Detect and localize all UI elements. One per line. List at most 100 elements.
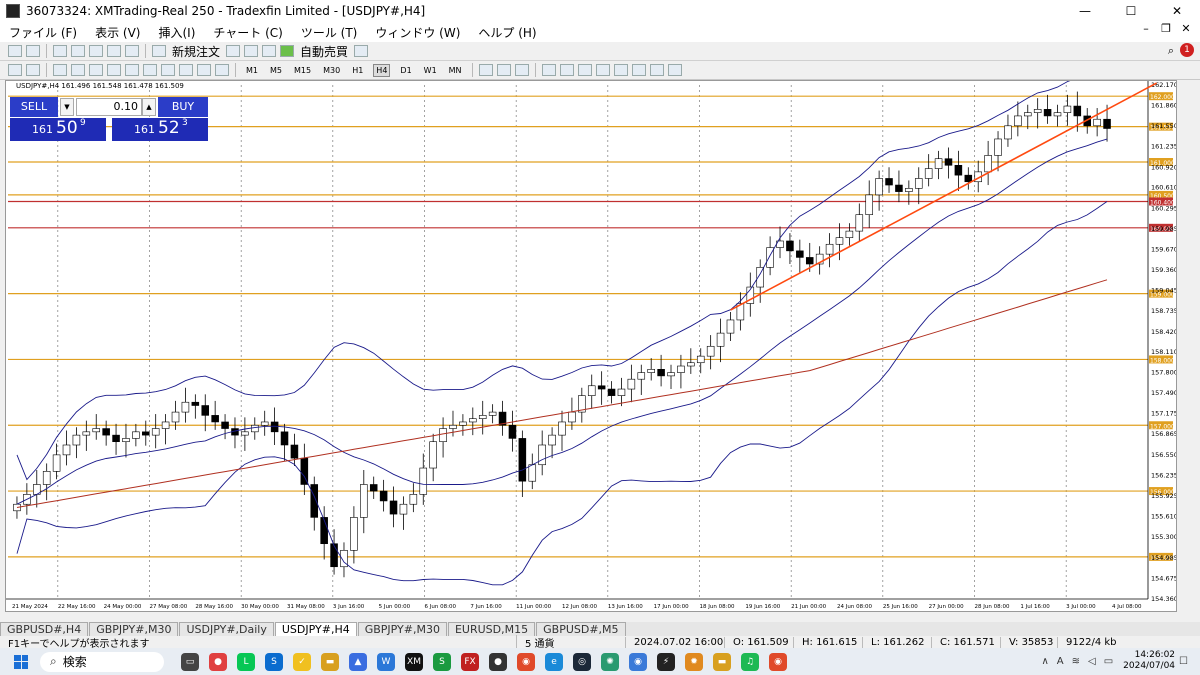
xm-icon[interactable]: XM xyxy=(405,652,423,671)
volume-icon[interactable]: ◁ xyxy=(1088,656,1096,667)
print-icon[interactable] xyxy=(354,45,369,57)
tile-windows-icon[interactable] xyxy=(577,64,592,76)
folder-icon[interactable]: ▬ xyxy=(713,652,731,671)
sell-button[interactable]: SELL xyxy=(10,97,58,117)
github-icon[interactable]: ● xyxy=(489,652,507,671)
signals-icon[interactable] xyxy=(244,45,259,57)
market-watch-icon[interactable] xyxy=(53,45,67,57)
notes-icon[interactable]: ✓ xyxy=(293,652,311,671)
volume-decrease-button[interactable]: ▼ xyxy=(60,98,74,116)
profiles-icon[interactable] xyxy=(26,45,40,57)
timeframe-h1[interactable]: H1 xyxy=(350,65,365,76)
notification-badge[interactable]: 1 xyxy=(1180,43,1194,57)
tester-icon[interactable] xyxy=(125,45,139,57)
battery-icon[interactable]: ▭ xyxy=(1104,656,1113,667)
horizontal-line-icon[interactable] xyxy=(71,64,85,76)
data-window-icon[interactable] xyxy=(71,45,85,57)
candle-chart-icon[interactable] xyxy=(496,64,511,76)
timeframe-d1[interactable]: D1 xyxy=(398,65,413,76)
windows-start-icon[interactable] xyxy=(14,654,28,669)
word-icon[interactable]: W xyxy=(377,652,395,671)
new-order-icon[interactable] xyxy=(152,45,166,57)
app-icon-2[interactable]: ◉ xyxy=(629,652,647,671)
vertical-line-icon[interactable] xyxy=(53,64,67,76)
timeframe-m1[interactable]: M1 xyxy=(244,65,260,76)
spotify-icon[interactable]: ♫ xyxy=(741,652,759,671)
wifi-icon[interactable]: ≋ xyxy=(1072,656,1080,667)
photos-icon[interactable]: ● xyxy=(209,652,227,671)
menu-help[interactable]: ヘルプ (H) xyxy=(469,24,545,41)
chart-shift-icon[interactable] xyxy=(595,64,610,76)
new-chart-icon[interactable] xyxy=(8,45,22,57)
trendline-icon[interactable] xyxy=(89,64,103,76)
timeframe-mn[interactable]: MN xyxy=(447,65,464,76)
menu-tools[interactable]: ツール (T) xyxy=(292,24,367,41)
chrome-icon-2[interactable]: ◉ xyxy=(769,652,787,671)
zoom-icon[interactable]: ⚡ xyxy=(657,652,675,671)
skype-icon[interactable]: S xyxy=(265,652,283,671)
timeframe-m30[interactable]: M30 xyxy=(321,65,342,76)
cursor-icon[interactable] xyxy=(8,64,22,76)
terminal-icon[interactable] xyxy=(107,45,121,57)
rectangle-icon[interactable] xyxy=(179,64,193,76)
vps-icon[interactable] xyxy=(262,45,277,57)
ask-price-box[interactable]: 161 52 3 xyxy=(112,118,208,141)
mdi-close-button[interactable]: ✕ xyxy=(1176,22,1196,35)
timeframe-w1[interactable]: W1 xyxy=(422,65,439,76)
settings-icon[interactable]: ✹ xyxy=(685,652,703,671)
search-icon[interactable]: ⌕ xyxy=(1168,44,1174,58)
timeframe-h4[interactable]: H4 xyxy=(373,63,391,77)
arrows-icon[interactable] xyxy=(215,64,229,76)
buy-button[interactable]: BUY xyxy=(158,97,208,117)
crosshair-icon[interactable] xyxy=(26,64,40,76)
menu-view[interactable]: 表示 (V) xyxy=(86,24,149,41)
timeframe-m5[interactable]: M5 xyxy=(268,65,284,76)
app-icon[interactable]: ▲ xyxy=(349,652,367,671)
steam-icon[interactable]: ◎ xyxy=(573,652,591,671)
fibonacci-icon[interactable] xyxy=(125,64,139,76)
menu-file[interactable]: ファイル (F) xyxy=(0,24,86,41)
meta-editor-icon[interactable] xyxy=(226,45,241,57)
menu-insert[interactable]: 挿入(I) xyxy=(149,24,204,41)
ime-indicator[interactable]: A xyxy=(1057,656,1064,667)
chatgpt-icon[interactable]: ✺ xyxy=(601,652,619,671)
ellipse-icon[interactable] xyxy=(197,64,211,76)
excel-icon[interactable]: S xyxy=(433,652,451,671)
menu-window[interactable]: ウィンドウ (W) xyxy=(366,24,469,41)
fx-icon[interactable]: FX xyxy=(461,652,479,671)
edge-icon[interactable]: e xyxy=(545,652,563,671)
minimize-button[interactable]: — xyxy=(1062,0,1108,22)
zoom-out-icon[interactable] xyxy=(559,64,574,76)
auto-trading-button[interactable]: 自動売買 xyxy=(300,43,348,60)
indicators-icon[interactable] xyxy=(631,64,646,76)
price-chart[interactable]: 162.000161.537161.000160.500160.400160.0… xyxy=(6,81,1176,611)
clock[interactable]: 14:26:02 2024/07/04 xyxy=(1123,650,1175,672)
close-button[interactable]: ✕ xyxy=(1154,0,1200,22)
volume-increase-button[interactable]: ▲ xyxy=(142,98,156,116)
new-order-button[interactable]: 新規注文 xyxy=(172,43,220,60)
templates-icon[interactable] xyxy=(667,64,682,76)
line-icon[interactable]: L xyxy=(237,652,255,671)
volume-input[interactable]: 0.10 xyxy=(76,98,142,116)
chart-window[interactable]: 162.000 161.537 161.000 160.500 160.400 160.0… xyxy=(5,80,1177,612)
line-chart-icon[interactable] xyxy=(514,64,529,76)
mdi-restore-button[interactable]: ❐ xyxy=(1156,22,1176,35)
maximize-button[interactable]: ☐ xyxy=(1108,0,1154,22)
taskbar-search[interactable]: ⌕ 検索 xyxy=(40,651,164,672)
bid-price-box[interactable]: 161 50 9 xyxy=(10,118,106,141)
zoom-in-icon[interactable] xyxy=(541,64,556,76)
navigator-icon[interactable] xyxy=(89,45,103,57)
menu-chart[interactable]: チャート (C) xyxy=(204,24,291,41)
task-view-icon[interactable]: ▭ xyxy=(181,652,199,671)
tray-overflow-icon[interactable]: ∧ xyxy=(1041,656,1048,667)
periods-icon[interactable] xyxy=(649,64,664,76)
auto-trading-icon[interactable] xyxy=(280,45,295,57)
chrome-icon[interactable]: ◉ xyxy=(517,652,535,671)
timeframe-m15[interactable]: M15 xyxy=(292,65,313,76)
channel-icon[interactable] xyxy=(107,64,121,76)
file-explorer-icon[interactable]: ▬ xyxy=(321,652,339,671)
label-icon[interactable] xyxy=(161,64,175,76)
bar-chart-icon[interactable] xyxy=(478,64,493,76)
text-icon[interactable] xyxy=(143,64,157,76)
mdi-minimize-button[interactable]: – xyxy=(1136,22,1156,35)
